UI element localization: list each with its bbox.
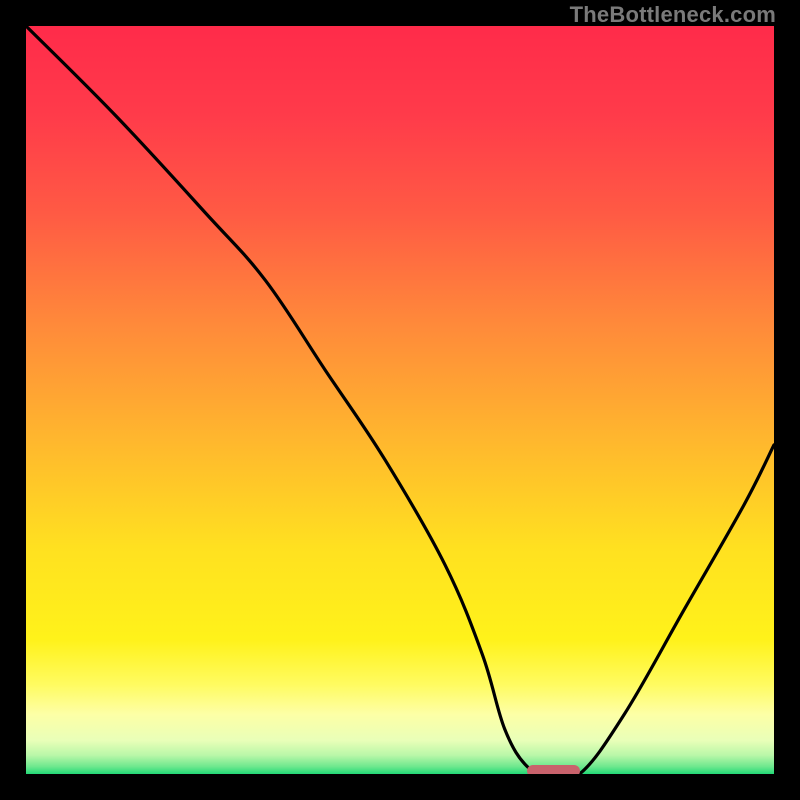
chart-frame <box>18 18 782 782</box>
optimal-range-marker <box>527 765 579 774</box>
bottleneck-curve <box>26 26 774 774</box>
watermark-text: TheBottleneck.com <box>570 2 776 28</box>
plot-area <box>26 26 774 774</box>
